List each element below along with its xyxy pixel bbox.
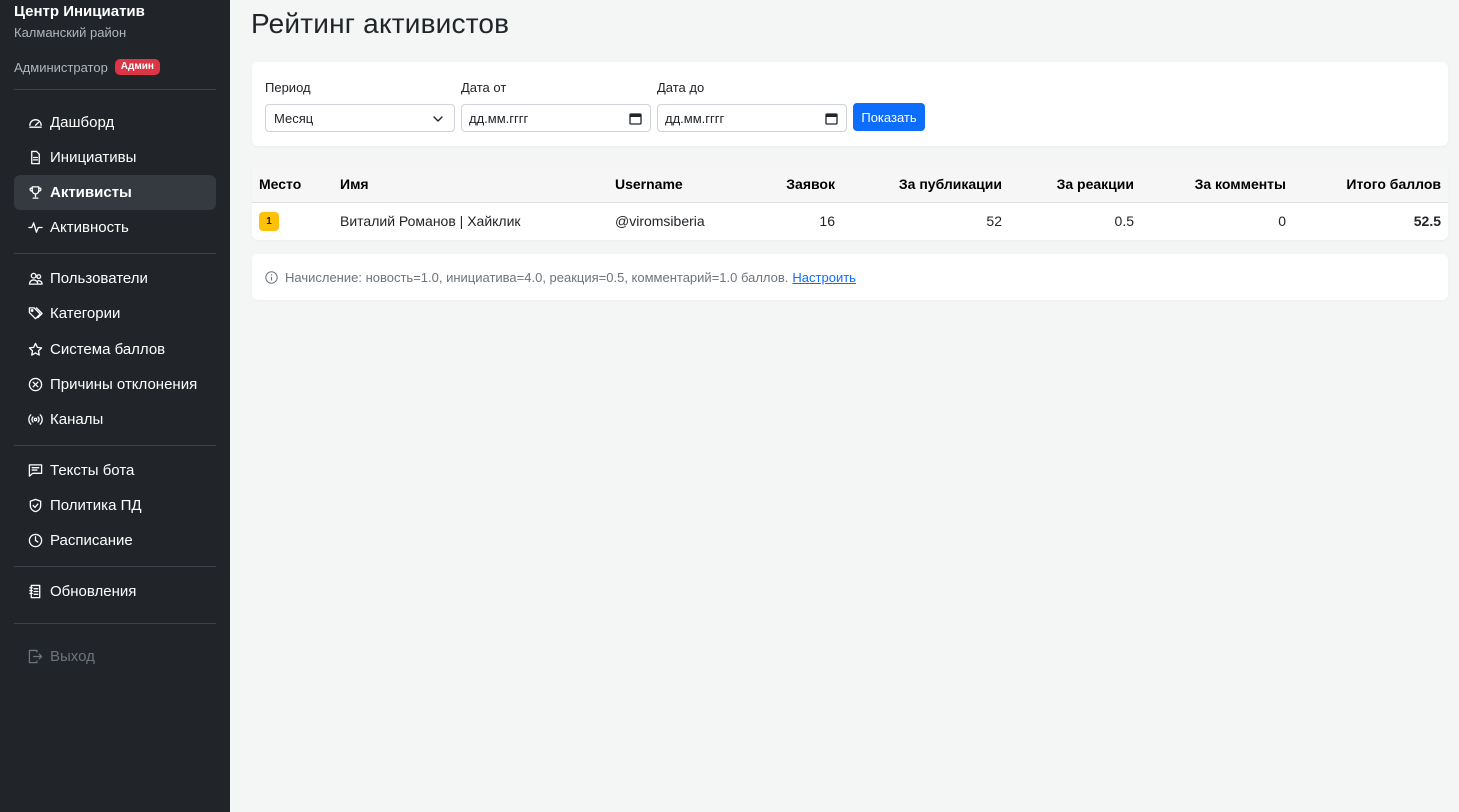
period-select[interactable]: Месяц: [265, 104, 455, 132]
shield-icon: [27, 498, 43, 514]
sidebar-item-label: Активисты: [50, 184, 132, 201]
date-from-label: Дата от: [461, 80, 507, 95]
sidebar-divider: [14, 623, 216, 624]
cell-requests: 16: [819, 212, 835, 229]
date-from-input[interactable]: дд.мм.гггг: [461, 104, 651, 132]
sidebar-divider: [14, 566, 216, 567]
broadcast-icon: [27, 412, 43, 428]
sidebar-item-label: Выход: [50, 648, 95, 665]
users-icon: [27, 271, 43, 287]
scoring-note-text: Начисление: новость=1.0, инициатива=4.0,…: [285, 269, 789, 285]
tags-icon: [27, 306, 43, 322]
trophy-icon: [27, 185, 43, 201]
sidebar-divider: [14, 253, 216, 254]
sidebar-item-rejection-reasons[interactable]: Причины отклонения: [14, 367, 216, 402]
cell-reactions: 0.5: [1114, 212, 1134, 229]
sidebar-item-dashboard[interactable]: Дашборд: [14, 105, 216, 140]
sidebar-item-bot-texts[interactable]: Тексты бота: [14, 453, 216, 488]
document-icon: [27, 150, 43, 166]
col-name[interactable]: Имя: [333, 166, 608, 203]
dashboard-icon: [27, 115, 43, 131]
col-username[interactable]: Username: [608, 166, 746, 203]
star-icon: [27, 342, 43, 358]
sidebar-item-pd-policy[interactable]: Политика ПД: [14, 488, 216, 523]
calendar-icon[interactable]: [629, 112, 642, 125]
sidebar-item-label: Инициативы: [50, 149, 137, 166]
sidebar-item-label: Причины отклонения: [50, 376, 198, 393]
cell-total: 52.5: [1413, 212, 1441, 229]
sidebar-item-label: Дашборд: [50, 114, 115, 131]
filter-panel: Период Месяц Дата от дд.мм.гггг Дата до …: [252, 62, 1448, 146]
sidebar-item-categories[interactable]: Категории: [14, 296, 216, 331]
sidebar: Центр Инициатив Калманский район Админис…: [0, 0, 230, 812]
scoring-note: Начисление: новость=1.0, инициатива=4.0,…: [252, 254, 1448, 300]
col-total[interactable]: Итого баллов: [1293, 166, 1448, 203]
col-place[interactable]: Место: [252, 166, 333, 203]
sidebar-item-label: Активность: [50, 219, 129, 236]
sidebar-item-activity[interactable]: Активность: [14, 210, 216, 245]
page-title: Рейтинг активистов: [251, 8, 510, 39]
x-circle-icon: [27, 377, 43, 393]
sidebar-divider: [14, 445, 216, 446]
sidebar-item-logout[interactable]: Выход: [14, 639, 216, 674]
cell-name: Виталий Романов | Хайклик: [340, 212, 521, 229]
cell-place: 1: [252, 202, 333, 239]
sidebar-item-initiatives[interactable]: Инициативы: [14, 140, 216, 175]
role-label: Администратор: [14, 59, 108, 75]
period-label: Период: [265, 80, 311, 95]
col-comments[interactable]: За комменты: [1141, 166, 1293, 203]
date-to-input[interactable]: дд.мм.гггг: [657, 104, 847, 132]
date-to-placeholder: дд.мм.гггг: [665, 110, 725, 126]
sidebar-item-label: Расписание: [50, 532, 133, 549]
sidebar-item-updates[interactable]: Обновления: [14, 574, 216, 609]
show-button[interactable]: Показать: [853, 103, 925, 131]
sidebar-item-activists[interactable]: Активисты: [14, 175, 216, 210]
calendar-icon[interactable]: [825, 112, 838, 125]
sidebar-item-label: Обновления: [50, 583, 137, 600]
sidebar-item-label: Пользователи: [50, 270, 148, 287]
clock-icon: [27, 533, 43, 549]
info-icon: [265, 270, 278, 284]
sidebar-item-label: Каналы: [50, 411, 104, 428]
ranking-table: Место Имя Username Заявок За публикации …: [252, 166, 1448, 239]
rank-badge: 1: [259, 211, 279, 231]
table-row[interactable]: 1 Виталий Романов | Хайклик @viromsiberi…: [252, 202, 1448, 239]
ranking-table-card: Место Имя Username Заявок За публикации …: [252, 166, 1448, 240]
sidebar-item-label: Система баллов: [50, 341, 166, 358]
period-value: Месяц: [274, 110, 314, 126]
sidebar-item-label: Тексты бота: [50, 462, 135, 479]
date-from-placeholder: дд.мм.гггг: [469, 110, 529, 126]
activity-icon: [27, 220, 43, 236]
sidebar-item-schedule[interactable]: Расписание: [14, 523, 216, 558]
sidebar-item-users[interactable]: Пользователи: [14, 261, 216, 296]
configure-link[interactable]: Настроить: [792, 270, 856, 285]
cell-username: @viromsiberia: [615, 212, 705, 229]
col-reactions[interactable]: За реакции: [1009, 166, 1141, 203]
sidebar-item-points-system[interactable]: Система баллов: [14, 332, 216, 367]
logout-icon: [27, 649, 43, 665]
role-badge: Админ: [114, 59, 160, 75]
role-row: Администратор Админ: [14, 59, 160, 75]
journal-icon: [27, 584, 43, 600]
table-header-row: Место Имя Username Заявок За публикации …: [252, 166, 1448, 203]
date-to-label: Дата до: [657, 80, 705, 95]
sidebar-divider: [14, 89, 216, 90]
col-requests[interactable]: Заявок: [746, 166, 842, 203]
chat-icon: [27, 463, 43, 479]
col-publications[interactable]: За публикации: [842, 166, 1009, 203]
cell-comments: 0: [1278, 212, 1286, 229]
sidebar-item-channels[interactable]: Каналы: [14, 402, 216, 437]
cell-publications: 52: [986, 212, 1002, 229]
chevron-down-icon: [433, 116, 443, 122]
brand-title: Центр Инициатив: [14, 3, 145, 20]
sidebar-item-label: Политика ПД: [50, 497, 142, 514]
district-label: Калманский район: [14, 25, 127, 40]
sidebar-item-label: Категории: [50, 305, 121, 322]
